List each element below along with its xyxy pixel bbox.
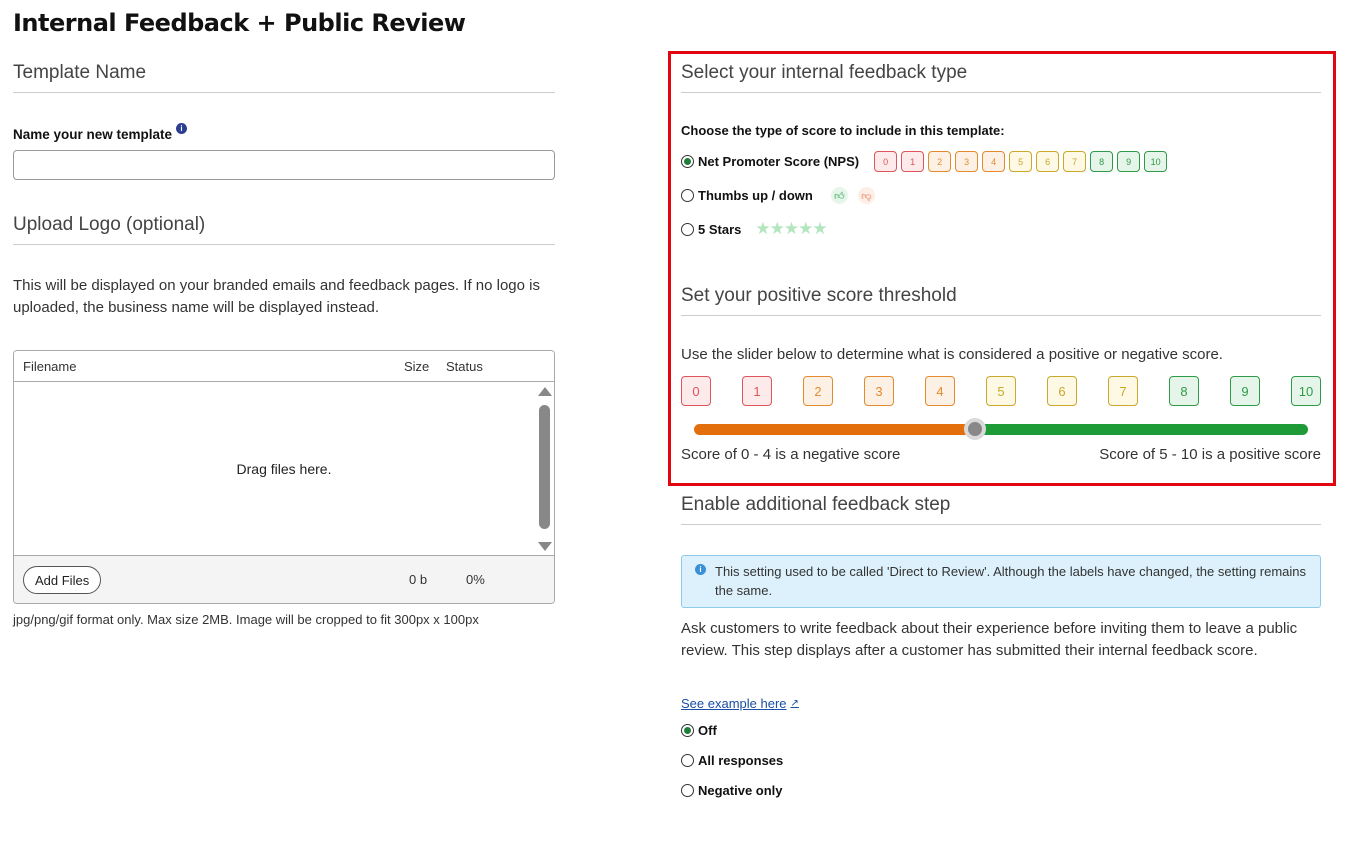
info-circle-icon: i (695, 564, 706, 575)
external-link-icon: ↗ (790, 698, 799, 709)
thumbs-option[interactable]: Thumbs up / down 👍︎ 👎︎ (681, 187, 1321, 204)
off-radio[interactable] (681, 723, 694, 737)
file-uploader: Filename Size Status Drag files here. Ad… (13, 350, 555, 604)
slider-positive-track (976, 424, 1308, 435)
info-icon[interactable]: i (176, 123, 188, 134)
info-notice: i This setting used to be called 'Direct… (681, 555, 1321, 608)
threshold-score-row: 0 1 2 3 4 5 6 7 8 9 10 (681, 376, 1321, 408)
stars-radio[interactable] (681, 222, 694, 236)
threshold-score-6[interactable]: 6 (1047, 376, 1077, 406)
thumbs-preview: 👍︎ 👎︎ (830, 187, 875, 204)
stars-option[interactable]: 5 Stars ★★★★★ (681, 219, 1321, 239)
template-name-label-text: Name your new template (13, 127, 173, 142)
threshold-heading: Set your positive score threshold (681, 285, 1321, 316)
threshold-score-2[interactable]: 2 (803, 376, 833, 406)
stars-option-label: 5 Stars (698, 221, 742, 237)
thumbs-option-label: Thumbs up / down (698, 188, 813, 203)
threshold-score-7[interactable]: 7 (1108, 376, 1138, 406)
column-filename: Filename (23, 359, 77, 374)
template-name-input[interactable] (13, 150, 555, 180)
star-rating-preview-icon: ★★★★★ (755, 219, 827, 238)
uploader-header: Filename Size Status (14, 351, 554, 382)
option-all-responses-label: All responses (698, 752, 784, 768)
left-column: Template Name Name your new template i U… (13, 62, 555, 627)
threshold-score-1[interactable]: 1 (742, 376, 772, 406)
option-off[interactable]: Off (681, 715, 1321, 745)
nps-chip-10: 10 (1144, 151, 1168, 172)
nps-chip-7: 7 (1063, 151, 1087, 172)
see-example-link-text: See example here (681, 696, 787, 711)
threshold-slider[interactable] (681, 418, 1321, 440)
nps-chip-1: 1 (901, 151, 925, 172)
slider-handle[interactable] (964, 418, 986, 440)
nps-radio[interactable] (681, 155, 694, 168)
scroll-up-arrow-icon[interactable] (538, 387, 552, 396)
slider-negative-track (694, 424, 976, 435)
uploader-scrollbar[interactable] (538, 387, 552, 551)
scroll-down-arrow-icon[interactable] (538, 542, 552, 551)
thumbs-up-icon: 👍︎ (830, 187, 848, 204)
total-percent: 0% (466, 572, 485, 587)
uploader-footer: Add Files 0 b 0% (14, 555, 554, 603)
nps-score-preview: 0 1 2 3 4 5 6 7 8 9 10 (874, 151, 1168, 172)
column-status: Status (446, 359, 483, 374)
option-negative-only[interactable]: Negative only (681, 775, 1321, 805)
threshold-score-5[interactable]: 5 (986, 376, 1016, 406)
threshold-score-3[interactable]: 3 (864, 376, 894, 406)
column-size: Size (404, 359, 430, 374)
option-negative-only-label: Negative only (698, 782, 783, 798)
threshold-score-9[interactable]: 9 (1230, 376, 1260, 406)
total-size: 0 b (409, 572, 428, 587)
right-column: Select your internal feedback type Choos… (681, 62, 1321, 805)
all-responses-radio[interactable] (681, 753, 694, 767)
nps-chip-3: 3 (955, 151, 979, 172)
template-name-heading: Template Name (13, 62, 555, 93)
page-title: Internal Feedback + Public Review (13, 9, 466, 37)
drop-zone[interactable]: Drag files here. (14, 382, 554, 555)
threshold-score-4[interactable]: 4 (925, 376, 955, 406)
thumbs-radio[interactable] (681, 189, 694, 202)
threshold-score-0[interactable]: 0 (681, 376, 711, 406)
nps-chip-5: 5 (1009, 151, 1033, 172)
template-name-label: Name your new template i (13, 123, 555, 142)
scroll-thumb[interactable] (539, 405, 550, 529)
nps-option-label: Net Promoter Score (NPS) (698, 154, 860, 169)
nps-chip-6: 6 (1036, 151, 1060, 172)
option-all-responses[interactable]: All responses (681, 745, 1321, 775)
add-files-button[interactable]: Add Files (23, 566, 102, 594)
nps-option[interactable]: Net Promoter Score (NPS) 0 1 2 3 4 5 6 7 8 9 10 (681, 151, 1321, 172)
nps-chip-4: 4 (982, 151, 1006, 172)
nps-chip-2: 2 (928, 151, 952, 172)
additional-step-options: Off All responses Negative only (681, 715, 1321, 805)
threshold-score-8[interactable]: 8 (1169, 376, 1199, 406)
threshold-range-labels: Score of 0 - 4 is a negative score Score… (681, 446, 1321, 466)
positive-range-label: Score of 5 - 10 is a positive score (1099, 446, 1321, 463)
choose-score-label: Choose the type of score to include in t… (681, 123, 1005, 138)
option-off-label: Off (698, 722, 717, 738)
feedback-type-heading: Select your internal feedback type (681, 62, 1321, 93)
threshold-description: Use the slider below to determine what i… (681, 346, 1223, 363)
negative-range-label: Score of 0 - 4 is a negative score (681, 446, 901, 463)
upload-logo-description: This will be displayed on your branded e… (13, 277, 540, 316)
threshold-score-10[interactable]: 10 (1291, 376, 1321, 406)
nps-chip-9: 9 (1117, 151, 1141, 172)
additional-step-heading: Enable additional feedback step (681, 494, 1321, 525)
negative-only-radio[interactable] (681, 783, 694, 797)
nps-chip-0: 0 (874, 151, 898, 172)
drop-zone-text: Drag files here. (236, 460, 332, 477)
see-example-link[interactable]: See example here ↗ (681, 696, 799, 711)
upload-logo-heading: Upload Logo (optional) (13, 214, 555, 245)
info-notice-text: This setting used to be called 'Direct t… (715, 564, 1307, 598)
thumbs-down-icon: 👎︎ (857, 187, 875, 204)
upload-note: jpg/png/gif format only. Max size 2MB. I… (13, 612, 479, 627)
nps-chip-8: 8 (1090, 151, 1114, 172)
additional-step-description: Ask customers to write feedback about th… (681, 620, 1298, 659)
